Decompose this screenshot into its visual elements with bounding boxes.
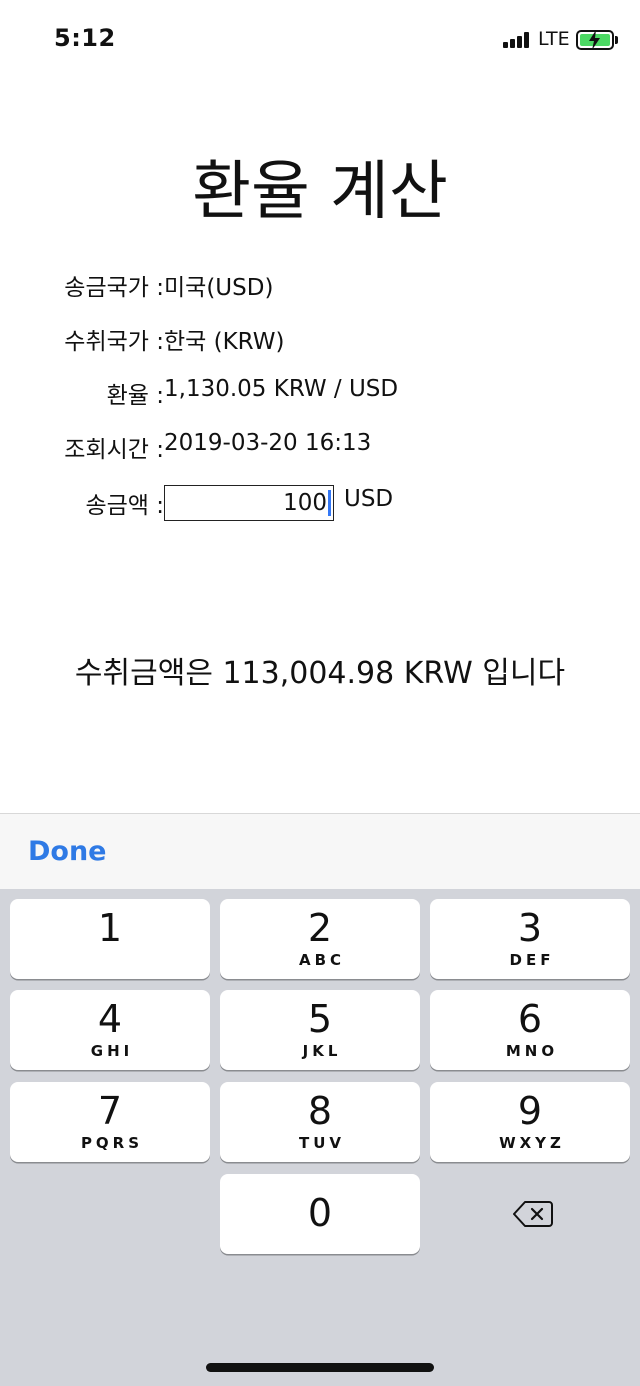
page-title: 환율 계산 — [192, 155, 448, 229]
status-time: 5:12 — [54, 24, 116, 52]
signal-strength-icon — [503, 32, 533, 48]
key-letters: TUV — [298, 1134, 346, 1152]
send-amount-row: 송금액 : USD — [0, 485, 640, 526]
keyboard-toolbar: Done — [0, 813, 640, 889]
done-button[interactable]: Done — [28, 836, 107, 867]
send-amount-unit: USD — [344, 486, 394, 512]
key-7[interactable]: 7 PQRS — [10, 1082, 210, 1162]
text-caret — [328, 490, 331, 516]
key-digit: 2 — [307, 906, 333, 950]
number-pad: 1 2 ABC 3 DEF 4 GHI 5 JKL 6 MNO 7 PQRS 8… — [0, 889, 640, 1386]
received-amount-text: 수취금액은 113,004.98 KRW 입니다 — [74, 656, 566, 691]
receive-country-label: 수취국가 : — [64, 329, 164, 355]
key-letters: ABC — [298, 951, 346, 969]
send-amount-field[interactable] — [164, 485, 334, 521]
key-letters: DEF — [509, 951, 555, 969]
send-country-row: 송금국가 : 미국(USD) — [0, 268, 640, 308]
key-letters: GHI — [90, 1042, 134, 1060]
key-2[interactable]: 2 ABC — [220, 899, 420, 979]
key-6[interactable]: 6 MNO — [430, 990, 630, 1070]
query-time-value: 2019-03-20 16:13 — [164, 430, 372, 456]
key-digit: 9 — [517, 1089, 543, 1133]
key-digit: 0 — [307, 1191, 333, 1235]
key-9[interactable]: 9 WXYZ — [430, 1082, 630, 1162]
key-digit: 6 — [517, 997, 543, 1041]
key-1[interactable]: 1 — [10, 899, 210, 979]
exchange-rate-value: 1,130.05 KRW / USD — [164, 376, 399, 402]
key-letters: WXYZ — [499, 1134, 565, 1152]
send-amount-input[interactable] — [165, 486, 333, 520]
network-type: LTE — [538, 28, 570, 50]
key-digit: 8 — [307, 1089, 333, 1133]
key-digit: 3 — [517, 906, 543, 950]
query-time-label: 조회시간 : — [64, 437, 164, 463]
receive-country-value: 한국 (KRW) — [164, 329, 285, 355]
key-letters: JKL — [302, 1042, 342, 1060]
key-0[interactable]: 0 — [220, 1174, 420, 1254]
key-digit: 1 — [97, 906, 123, 950]
home-indicator[interactable] — [206, 1363, 434, 1372]
battery-nub — [615, 36, 618, 44]
key-digit: 5 — [307, 997, 333, 1041]
status-bar: 5:12 LTE — [0, 0, 640, 80]
key-4[interactable]: 4 GHI — [10, 990, 210, 1070]
query-time-row: 조회시간 : 2019-03-20 16:13 — [0, 430, 640, 470]
key-3[interactable]: 3 DEF — [430, 899, 630, 979]
receive-country-row: 수취국가 : 한국 (KRW) — [0, 322, 640, 362]
key-8[interactable]: 8 TUV — [220, 1082, 420, 1162]
send-country-value: 미국(USD) — [164, 275, 274, 301]
key-digit: 7 — [97, 1089, 123, 1133]
key-5[interactable]: 5 JKL — [220, 990, 420, 1070]
key-digit: 4 — [97, 997, 123, 1041]
key-letters: MNO — [505, 1042, 559, 1060]
send-country-label: 송금국가 : — [64, 275, 164, 301]
charging-bolt-icon — [589, 30, 600, 50]
backspace-icon — [513, 1201, 553, 1227]
delete-key[interactable] — [430, 1174, 630, 1254]
key-letters: PQRS — [80, 1134, 144, 1152]
send-amount-label: 송금액 : — [85, 493, 164, 519]
exchange-rate-label: 환율 : — [106, 383, 164, 409]
exchange-rate-row: 환율 : 1,130.05 KRW / USD — [0, 376, 640, 416]
